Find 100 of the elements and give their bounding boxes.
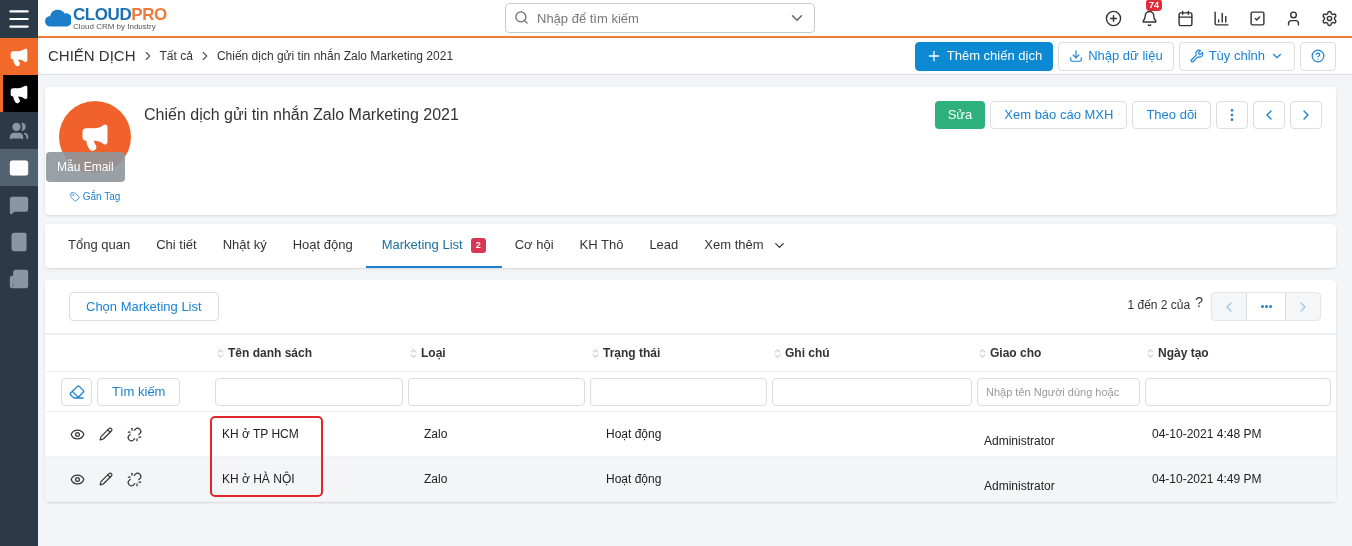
table-cell-text: Zalo: [424, 471, 448, 488]
bell-icon: [1141, 9, 1158, 27]
tab[interactable]: Lead: [636, 224, 692, 268]
unlink-button[interactable]: [127, 471, 142, 487]
toolbar-button[interactable]: Nhập dữ liệu: [1058, 41, 1174, 71]
tab[interactable]: Hoạt động: [279, 224, 366, 268]
sidebar-item[interactable]: [0, 75, 38, 112]
filter-field[interactable]: [408, 377, 585, 406]
bell-button[interactable]: [1141, 9, 1158, 27]
tab[interactable]: Nhật ký: [209, 224, 280, 268]
unlink-icon: [127, 471, 142, 487]
add-button[interactable]: [1105, 9, 1122, 27]
user-button[interactable]: [1285, 9, 1302, 27]
megaphone-icon: [9, 46, 29, 67]
tooltip: Mẫu Email: [46, 152, 125, 182]
eye-icon: [70, 471, 85, 487]
sidebar-item[interactable]: [0, 149, 38, 186]
column-header[interactable]: Ngày tạo: [1145, 344, 1336, 362]
sort-icon: [215, 347, 226, 359]
help-icon: [1311, 49, 1325, 63]
tab[interactable]: Chi tiết: [143, 224, 210, 268]
breadcrumb-link[interactable]: Tất cả: [159, 47, 193, 65]
sort-icon: [772, 347, 783, 359]
filter-field[interactable]: Nhập tên Người dùng hoặc: [977, 377, 1140, 406]
pencil-icon: [99, 472, 113, 486]
add-icon: [1105, 9, 1122, 27]
clear-filter-button[interactable]: [61, 377, 92, 406]
eye-icon: [70, 426, 85, 442]
user-icon: [1285, 9, 1302, 27]
tab[interactable]: Marketing List 2: [365, 224, 502, 268]
breadcrumb-link[interactable]: Chiến dịch gửi tin nhắn Zalo Marketing 2021: [216, 47, 454, 65]
table-cell-text: Hoạt động: [606, 426, 662, 443]
edit-button[interactable]: [99, 427, 113, 441]
select-list-button[interactable]: Chọn Marketing List: [69, 292, 219, 321]
megaphone-icon: [80, 122, 110, 152]
tab[interactable]: Cơ hội: [501, 224, 567, 268]
megaphone-icon: [9, 83, 29, 104]
toolbar-button[interactable]: Thêm chiến dịch: [914, 41, 1054, 71]
search-field[interactable]: Nhập để tìm kiếm: [505, 3, 815, 33]
column-header[interactable]: Trạng thái: [590, 344, 772, 362]
module-title: CHIẾN DỊCH: [48, 45, 136, 66]
column-header[interactable]: Ghi chú: [772, 344, 977, 362]
sort-icon: [977, 347, 988, 359]
logo: CLOUDPRO Cloud CRM by Industry: [45, 5, 195, 31]
table-cell-text: 04-10-2021 4:49 PM: [1152, 471, 1262, 488]
filter-field[interactable]: [215, 377, 403, 406]
help-mark: ?: [1195, 293, 1203, 312]
checkbox-icon: [1249, 9, 1266, 27]
help-button[interactable]: [1300, 41, 1336, 71]
sort-icon: [590, 347, 601, 359]
table-cell-text: Administrator: [984, 433, 1055, 450]
search-icon: [514, 10, 529, 25]
filter-field[interactable]: [590, 377, 767, 406]
settings-button[interactable]: [1321, 9, 1338, 27]
checkbox-button[interactable]: [1249, 9, 1266, 27]
column-header[interactable]: Loại: [408, 344, 590, 362]
chat-icon: [9, 194, 29, 215]
column-header[interactable]: Giao cho: [977, 344, 1145, 362]
sort-icon: [1145, 347, 1156, 359]
people-icon: [9, 120, 29, 141]
table-cell-text: Hoạt động: [606, 471, 662, 488]
download-icon: [1069, 49, 1084, 63]
view-button[interactable]: [70, 471, 85, 487]
view-button[interactable]: [70, 426, 85, 442]
search-button[interactable]: Tìm kiếm: [97, 377, 181, 406]
unlink-icon: [127, 426, 142, 442]
table-cell-text: KH ở TP HCM: [222, 426, 299, 443]
tab[interactable]: Tổng quan: [55, 224, 144, 268]
table-cell: KH ở HÀ NỘI: [222, 470, 295, 488]
record-title: Chiến dịch gửi tin nhắn Zalo Marketing 2021: [144, 104, 459, 125]
toolbar-button[interactable]: Tùy chỉnh: [1178, 41, 1295, 71]
chart-icon: [1213, 9, 1230, 27]
action-button[interactable]: Theo dõi: [1132, 101, 1211, 129]
cloud-icon: [45, 7, 71, 29]
tag-link[interactable]: Gắn Tag: [69, 189, 121, 204]
tab[interactable]: Xem thêm: [691, 224, 800, 268]
table-row[interactable]: KH ở HÀ NỘI Zalo Hoạt động Administrator 04-10-2021 4:49 PM: [45, 457, 1336, 502]
tab[interactable]: KH Thô: [566, 224, 637, 268]
sort-icon: [408, 347, 419, 359]
tag-icon: [69, 191, 80, 202]
eraser-icon: [68, 383, 85, 400]
edit-button[interactable]: [99, 472, 113, 486]
calendar-icon: [1177, 9, 1194, 27]
unlink-button[interactable]: [127, 426, 142, 442]
newspaper-icon: [9, 268, 29, 289]
wrench-icon: [1189, 49, 1204, 63]
column-header[interactable]: Tên danh sách: [215, 344, 408, 362]
filter-field[interactable]: [1145, 377, 1331, 406]
table-row[interactable]: KH ở TP HCM Zalo Hoạt động Administrator 04-10-2021 4:48 PM: [45, 412, 1336, 457]
settings-icon: [1321, 9, 1338, 27]
calendar-button[interactable]: [1177, 9, 1194, 27]
ellipsis-icon: [1260, 305, 1272, 308]
notification-badge: 74: [1146, 0, 1162, 11]
action-button[interactable]: Xem báo cáo MXH: [990, 101, 1128, 129]
table-cell-text: Administrator: [984, 478, 1055, 495]
table-cell-text: 04-10-2021 4:48 PM: [1152, 426, 1262, 443]
chart-button[interactable]: [1213, 9, 1230, 27]
count-badge: 2: [470, 237, 486, 253]
filter-field[interactable]: [772, 377, 972, 406]
table-cell-text: Zalo: [424, 426, 448, 443]
